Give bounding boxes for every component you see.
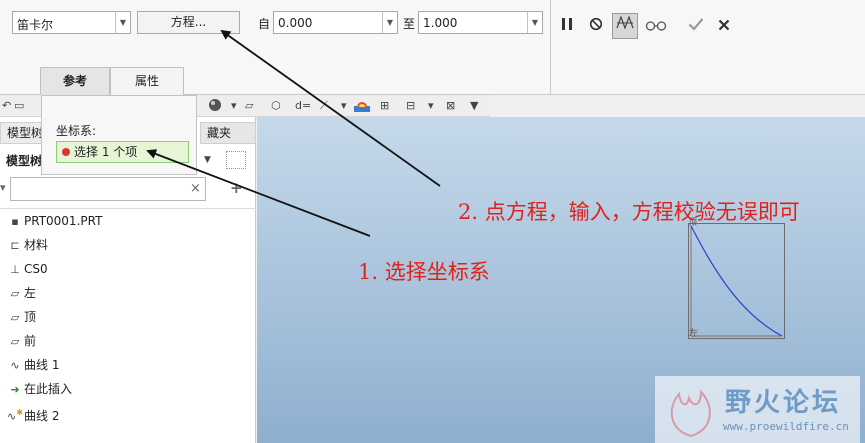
chevron-down-icon[interactable]: ▼ [382,12,397,33]
filter-icon[interactable]: ▾ [0,181,6,194]
plane-icon: ▱ [10,311,20,324]
equation-curve [690,225,783,337]
chevron-down-icon[interactable]: ▾ [428,98,434,114]
chevron-down-icon[interactable]: ▾ [231,98,237,114]
csys-icon: ⊥ [10,263,20,276]
tree-item-curve-1[interactable]: ∿ 曲线 1 [6,355,59,375]
pause-icon[interactable] [557,16,577,36]
tree-item-material[interactable]: ⊏ 材料 [6,235,48,255]
tree-item-left-plane[interactable]: ▱ 左 [6,283,36,303]
tree-item-part[interactable]: ▪ PRT0001.PRT [6,211,102,231]
references-panel: 坐标系: 选择 1 个项 [41,95,197,175]
datum-plane-icon[interactable]: ▱ [245,98,253,114]
tree-item-top-plane[interactable]: ▱ 顶 [6,307,36,327]
part-icon: ▪ [11,215,19,228]
new-curve-icon: ∿✱ [7,408,23,423]
filter-clear-icon[interactable]: × [190,181,201,196]
curve-icon: ∿ [10,359,20,372]
annotation-step-2: 2. 点方程，输入，方程校验无误即可 [458,200,800,224]
panel-divider [0,208,256,209]
curve-preview-frame: 顶 左 [688,218,785,339]
from-value-input[interactable]: 0.000 ▼ [273,11,398,34]
appearance-icon[interactable] [354,98,370,114]
check-icon[interactable] [686,16,706,36]
to-value-input[interactable]: 1.000 ▼ [418,11,543,34]
plane-icon: ▱ [10,287,20,300]
layers-icon[interactable]: ⊞ [380,98,389,114]
plane-icon: ▱ [10,335,20,348]
tab-model-tree[interactable]: 模型树 [0,122,44,144]
tree-item-csys[interactable]: ⊥ CS0 [6,259,47,279]
csys-selector[interactable]: 选择 1 个项 [56,141,189,163]
from-value: 0.000 [278,16,313,30]
left-plane-tag: 左 [689,329,699,339]
close-icon[interactable] [714,16,734,36]
display-style-icon[interactable] [208,98,222,114]
material-icon: ⊏ [10,239,20,252]
required-dot-icon [62,148,70,156]
tree-item-curve-2[interactable]: ∿✱曲线 2 [6,403,59,423]
tree-item-insert-here[interactable]: ➜ 在此插入 [6,379,72,399]
tab-references[interactable]: 参考 [40,67,110,95]
curve-from-equation-dashboard: 笛卡尔 ▼ 方程... 自 0.000 ▼ 至 1.000 ▼ 参考 属性 [0,0,865,95]
watermark-title: 野火论坛 [725,388,842,418]
saved-views-icon[interactable]: ⊟ [406,98,415,114]
watermark-url: www.proewildfire.cn [723,420,849,433]
divider [550,0,551,95]
coord-type-value: 笛卡尔 [17,18,54,32]
tree-filter-input[interactable] [10,177,206,201]
insert-arrow-icon: ➜ [10,383,20,396]
csys-label: 坐标系: [56,124,97,138]
tab-properties[interactable]: 属性 [110,67,184,95]
verify-preview-icon[interactable] [612,13,638,39]
open-icon[interactable]: ▭ [14,98,24,114]
to-value: 1.000 [423,16,458,30]
watermark: 野火论坛 www.proewildfire.cn [655,376,860,443]
chevron-down-icon[interactable]: ▼ [204,155,211,165]
chevron-down-icon[interactable]: ▾ [341,98,347,114]
close-window-icon[interactable]: ⊠ [446,98,455,114]
no-preview-icon[interactable] [586,16,606,36]
redo-icon[interactable]: ↶ [2,98,11,114]
tree-item-front-plane[interactable]: ▱ 前 [6,331,36,351]
to-label: 至 [403,17,416,31]
equation-button[interactable]: 方程... [137,11,240,34]
chevron-down-icon[interactable]: ▼ [527,12,542,33]
add-filter-icon[interactable]: + [230,179,243,197]
dimension-icon[interactable]: d= [295,98,311,114]
coord-type-select[interactable]: 笛卡尔 ▼ [12,11,131,34]
chevron-down-icon[interactable]: ▼ [115,12,130,33]
glasses-icon[interactable] [644,16,668,36]
csys-selector-text: 选择 1 个项 [74,145,138,159]
datum-axis-icon[interactable]: ⬡ [271,98,281,114]
tree-settings-icon[interactable] [226,151,246,169]
measure-icon[interactable]: ⟋ [320,98,328,114]
overflow-icon[interactable]: ▼ [470,98,478,114]
flame-logo-icon [670,389,711,438]
annotation-step-1: 1. 选择坐标系 [358,260,490,284]
tab-favorites[interactable]: 藏夹 [200,122,256,144]
model-tree-header: 模型树 [6,154,42,168]
from-label: 自 [258,17,271,31]
